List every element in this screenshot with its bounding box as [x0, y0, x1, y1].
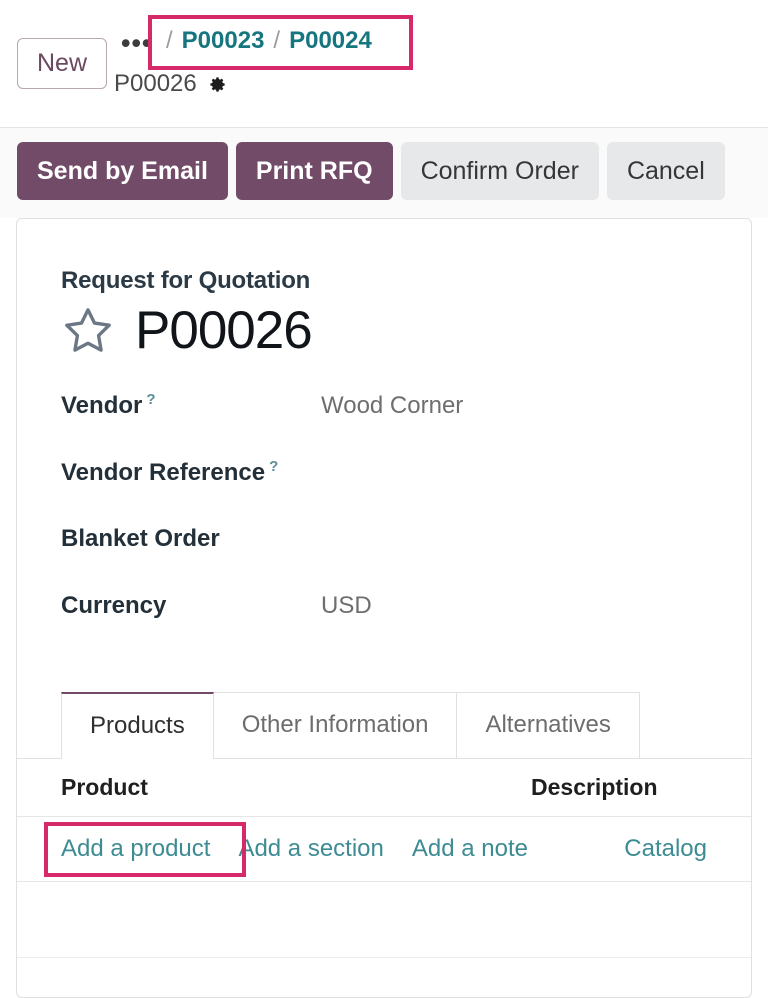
field-label-blanket-order-text: Blanket Order: [61, 524, 220, 552]
action-button-row: Send by Email Print RFQ Confirm Order Ca…: [17, 142, 725, 200]
breadcrumb-link-p00023[interactable]: P00023: [182, 27, 265, 55]
tab-other-information-label: Other Information: [241, 711, 429, 739]
record-title-row: P00026: [61, 303, 707, 359]
form-subtitle: Request for Quotation: [61, 267, 311, 294]
breadcrumb-current-row: P00026: [114, 70, 227, 98]
field-label-vendor-reference: Vendor Reference?: [61, 458, 321, 487]
field-value-currency[interactable]: USD: [321, 592, 372, 620]
add-a-section-link[interactable]: Add a section: [238, 835, 383, 863]
catalog-link[interactable]: Catalog: [624, 835, 707, 863]
star-outline-icon[interactable]: [61, 304, 115, 358]
breadcrumb-separator-2: /: [273, 27, 281, 54]
field-label-vendor-reference-text: Vendor Reference: [61, 458, 266, 486]
form-fields: Vendor? Wood Corner Vendor Reference? Bl…: [61, 391, 707, 659]
breadcrumb: / P00023 / P00024: [157, 27, 372, 55]
field-label-vendor: Vendor?: [61, 391, 321, 420]
field-label-currency: Currency: [61, 592, 321, 620]
field-label-currency-text: Currency: [61, 591, 167, 619]
field-label-vendor-text: Vendor: [61, 391, 143, 419]
breadcrumb-overflow-button[interactable]: •••: [121, 30, 152, 57]
column-header-description[interactable]: Description: [531, 774, 658, 801]
list-header-row: Product Description: [17, 759, 751, 817]
new-button[interactable]: New: [17, 38, 107, 89]
page-title: P00026: [135, 301, 313, 360]
send-by-email-button[interactable]: Send by Email: [17, 142, 228, 200]
gear-icon[interactable]: [208, 75, 227, 94]
new-button-label: New: [36, 49, 87, 77]
breadcrumb-separator-1: /: [166, 27, 173, 54]
column-header-product[interactable]: Product: [61, 774, 531, 801]
cancel-button[interactable]: Cancel: [606, 142, 725, 200]
field-row-currency: Currency USD: [61, 592, 707, 659]
tab-alternatives-label: Alternatives: [485, 711, 611, 739]
print-rfq-button[interactable]: Print RFQ: [235, 142, 393, 200]
notebook-tabs: Products Other Information Alternatives: [17, 691, 751, 759]
tab-products[interactable]: Products: [61, 691, 214, 759]
field-row-vendor-reference: Vendor Reference?: [61, 458, 707, 525]
tooltip-icon-vendor-reference[interactable]: ?: [269, 458, 278, 475]
add-a-product-link[interactable]: Add a product: [61, 835, 210, 863]
tab-alternatives[interactable]: Alternatives: [456, 691, 640, 758]
breadcrumb-current-record: P00026: [114, 70, 197, 97]
control-panel: Send by Email Print RFQ Confirm Order Ca…: [0, 128, 768, 218]
field-row-vendor: Vendor? Wood Corner: [61, 391, 707, 458]
add-a-note-link[interactable]: Add a note: [412, 835, 528, 863]
form-sheet: Request for Quotation P00026 Vendor? Woo…: [16, 218, 752, 998]
field-label-blanket-order: Blanket Order: [61, 525, 321, 553]
form-sheet-inner: Request for Quotation P00026 Vendor? Woo…: [17, 267, 751, 659]
tab-products-label: Products: [90, 711, 185, 739]
confirm-order-button[interactable]: Confirm Order: [400, 142, 599, 200]
breadcrumb-bar: New ••• / P00023 / P00024 P00026: [0, 0, 768, 128]
list-empty-area: [17, 881, 751, 958]
tab-other-information[interactable]: Other Information: [212, 691, 458, 758]
breadcrumb-link-p00024[interactable]: P00024: [289, 27, 372, 55]
tooltip-icon-vendor[interactable]: ?: [146, 391, 155, 408]
field-value-vendor[interactable]: Wood Corner: [321, 392, 463, 420]
list-add-row: Add a product Add a section Add a note C…: [17, 817, 751, 882]
field-row-blanket-order: Blanket Order: [61, 525, 707, 592]
